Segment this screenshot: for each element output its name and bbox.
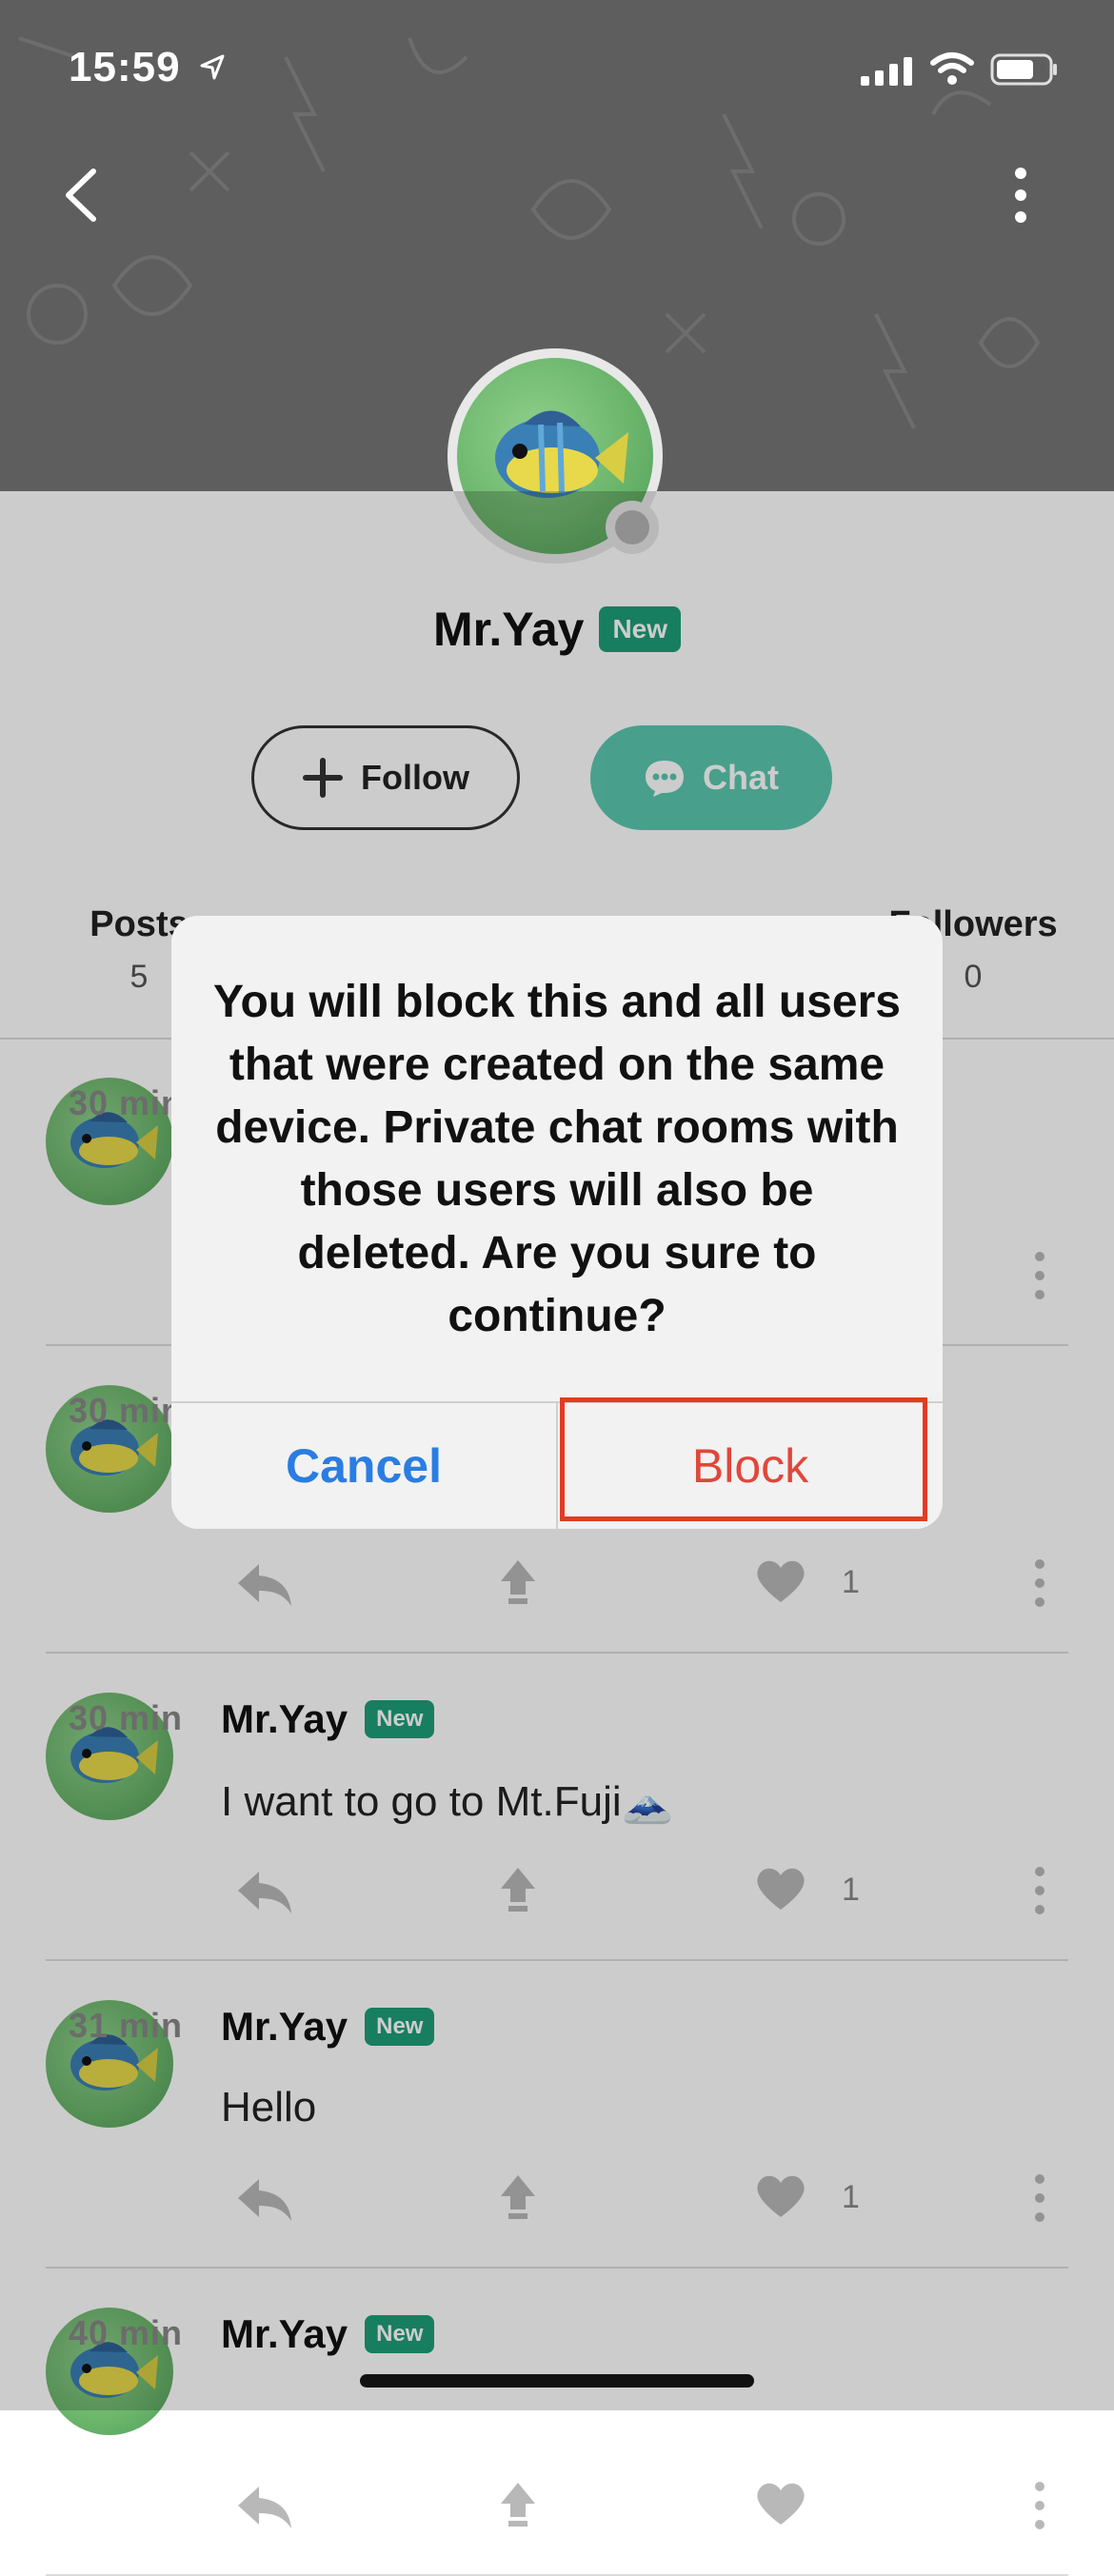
repost-arrow-icon[interactable] [499,2479,537,2532]
more-options-icon[interactable] [1000,162,1042,228]
post-actions [221,2479,1068,2536]
post-more-icon[interactable] [1030,2479,1049,2532]
cellular-signal-icon [861,57,912,86]
location-arrow-icon [200,54,225,80]
status-bar: 15:59 [0,0,1114,143]
block-button-highlight [560,1397,927,1521]
battery-icon [990,53,1057,86]
cancel-button[interactable]: Cancel [171,1403,556,1529]
back-chevron-icon[interactable] [55,162,112,228]
home-indicator [360,2374,754,2388]
heart-icon[interactable] [754,2479,807,2528]
wifi-icon [930,52,974,85]
dialog-message: You will block this and all users that w… [213,977,901,1341]
reply-icon[interactable] [234,2479,295,2532]
status-time: 15:59 [69,44,181,90]
